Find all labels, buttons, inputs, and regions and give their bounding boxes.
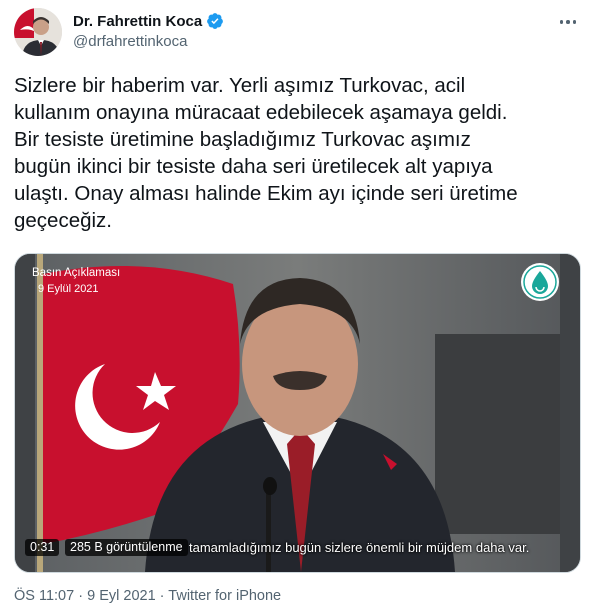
- video-player[interactable]: Basın Açıklaması 9 Eylül 2021 tamamladığ…: [14, 253, 581, 573]
- author-names: Dr. Fahrettin Koca @drfahrettinkoca: [73, 11, 224, 50]
- tweet-text: Sizlere bir haberim var. Yerli aşımız Tu…: [14, 74, 518, 232]
- verified-badge-icon: [206, 12, 224, 30]
- video-views-badge: 285 B görüntülenme: [65, 539, 188, 556]
- more-dot: [566, 20, 570, 24]
- ministry-logo: [520, 262, 560, 302]
- meta-separator: ·: [78, 588, 84, 604]
- video-overlay-date: 9 Eylül 2021: [38, 283, 99, 295]
- video-overlay-title: Basın Açıklaması: [32, 267, 121, 279]
- video-frame: [15, 254, 580, 572]
- meta-separator: ·: [159, 588, 165, 604]
- tweet-card: Dr. Fahrettin Koca @drfahrettinkoca Sizl…: [0, 0, 596, 609]
- more-horizontal-icon[interactable]: [556, 12, 580, 32]
- tweet-header: Dr. Fahrettin Koca @drfahrettinkoca: [14, 8, 582, 58]
- more-dot: [572, 20, 577, 24]
- tweet-meta: ÖS 11:07 · 9 Eyl 2021 · Twitter for iPho…: [14, 588, 281, 604]
- author-handle[interactable]: @drfahrettinkoca: [73, 33, 224, 50]
- video-subtitle: tamamladığımız bugün sizlere önemli bir …: [189, 540, 530, 555]
- more-dot: [559, 20, 564, 24]
- tweet-date[interactable]: 9 Eyl 2021: [87, 588, 156, 604]
- display-name[interactable]: Dr. Fahrettin Koca: [73, 13, 202, 30]
- video-duration-badge: 0:31: [25, 539, 60, 556]
- avatar[interactable]: [14, 8, 62, 56]
- display-name-row: Dr. Fahrettin Koca: [73, 11, 224, 31]
- tweet-source[interactable]: Twitter for iPhone: [168, 588, 281, 604]
- tweet-time[interactable]: ÖS 11:07: [14, 588, 74, 604]
